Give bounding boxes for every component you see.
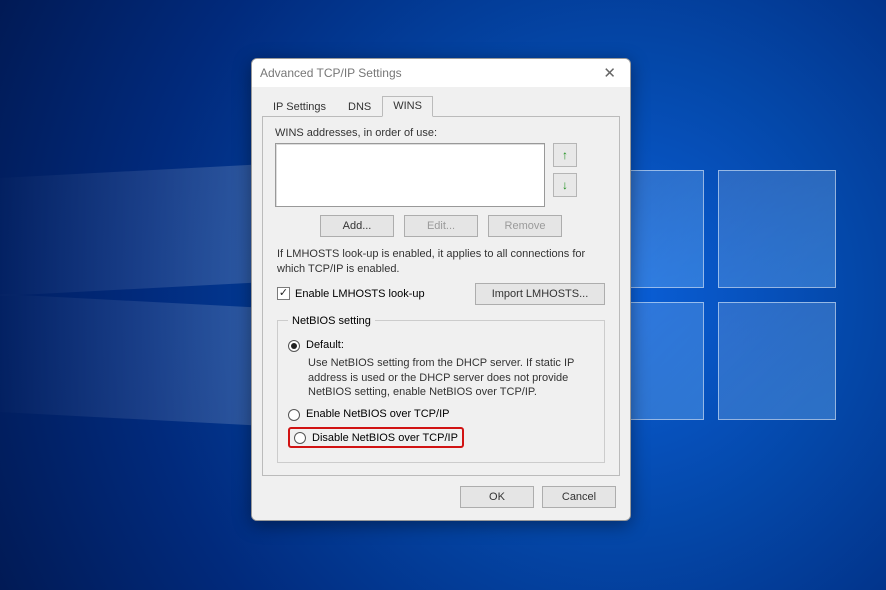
tab-dns[interactable]: DNS: [337, 97, 382, 117]
add-button[interactable]: Add...: [320, 215, 394, 237]
ok-button[interactable]: OK: [460, 486, 534, 508]
enable-lmhosts-checkbox[interactable]: ✓ Enable LMHOSTS look-up: [277, 287, 425, 300]
wins-panel: WINS addresses, in order of use: ↑ ↓ Add…: [262, 116, 620, 476]
titlebar: Advanced TCP/IP Settings ✕: [252, 59, 630, 87]
enable-lmhosts-label: Enable LMHOSTS look-up: [295, 288, 425, 300]
radio-icon: [288, 340, 300, 352]
radio-enable-label: Enable NetBIOS over TCP/IP: [306, 408, 449, 420]
radio-icon: [294, 432, 306, 444]
advanced-tcpip-dialog: Advanced TCP/IP Settings ✕ IP Settings D…: [251, 58, 631, 521]
window-title: Advanced TCP/IP Settings: [260, 66, 402, 80]
radio-disable-netbios[interactable]: Disable NetBIOS over TCP/IP: [288, 427, 464, 448]
arrow-down-icon: ↓: [562, 178, 568, 192]
radio-disable-label: Disable NetBIOS over TCP/IP: [312, 432, 458, 444]
remove-button[interactable]: Remove: [488, 215, 562, 237]
radio-default-desc: Use NetBIOS setting from the DHCP server…: [308, 356, 594, 401]
edit-button[interactable]: Edit...: [404, 215, 478, 237]
radio-default[interactable]: Default:: [288, 339, 594, 352]
move-up-button[interactable]: ↑: [553, 143, 577, 167]
arrow-up-icon: ↑: [562, 148, 568, 162]
radio-enable-netbios[interactable]: Enable NetBIOS over TCP/IP: [288, 408, 594, 421]
netbios-fieldset: NetBIOS setting Default: Use NetBIOS set…: [277, 315, 605, 464]
move-down-button[interactable]: ↓: [553, 173, 577, 197]
radio-default-label: Default:: [306, 339, 344, 351]
tab-ip-settings[interactable]: IP Settings: [262, 97, 337, 117]
lmhosts-note: If LMHOSTS look-up is enabled, it applie…: [277, 247, 605, 277]
import-lmhosts-button[interactable]: Import LMHOSTS...: [475, 283, 605, 305]
tab-strip: IP Settings DNS WINS: [262, 95, 620, 117]
close-icon[interactable]: ✕: [597, 66, 622, 81]
tab-wins[interactable]: WINS: [382, 96, 433, 117]
checkbox-icon: ✓: [277, 287, 290, 300]
netbios-legend: NetBIOS setting: [288, 315, 375, 327]
wins-addresses-listbox[interactable]: [275, 143, 545, 207]
cancel-button[interactable]: Cancel: [542, 486, 616, 508]
radio-icon: [288, 409, 300, 421]
wins-addresses-label: WINS addresses, in order of use:: [275, 127, 607, 139]
